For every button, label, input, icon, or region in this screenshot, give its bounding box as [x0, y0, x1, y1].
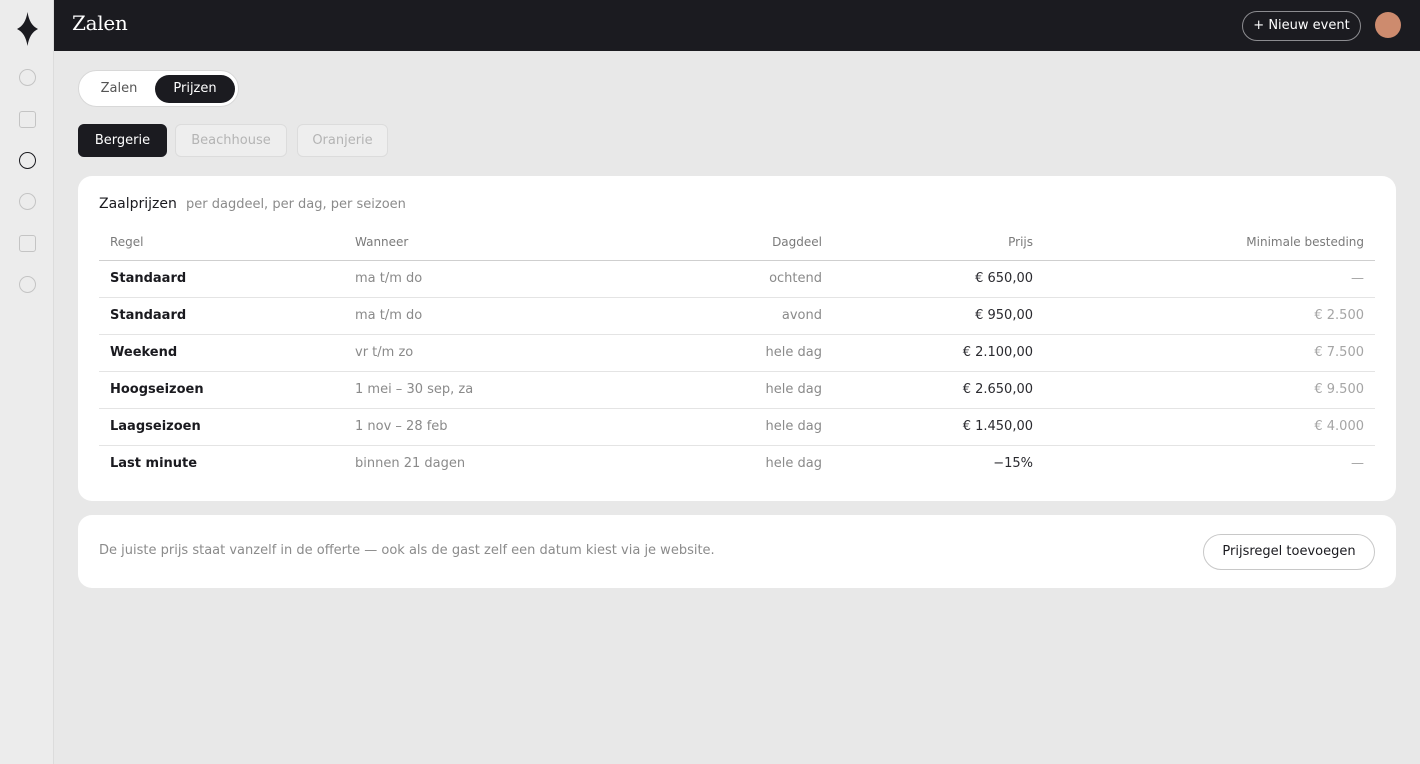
footer-card: De juiste prijs staat vanzelf in de offe…: [78, 515, 1396, 588]
table-row[interactable]: Standaard ma t/m do avond € 950,00 € 2.5…: [99, 297, 1375, 335]
cell-dagdeel: avond: [594, 297, 833, 335]
cell-prijs: € 950,00: [833, 297, 1044, 335]
card-subtitle: per dagdeel, per dag, per seizoen: [186, 197, 406, 212]
add-price-rule-button[interactable]: Prijsregel toevoegen: [1203, 534, 1375, 570]
cell-regel: Hoogseizoen: [99, 371, 344, 409]
cell-wanneer: ma t/m do: [344, 260, 594, 298]
cell-prijs: € 1.450,00: [833, 408, 1044, 446]
cell-regel: Last minute: [110, 456, 198, 472]
table-row[interactable]: Standaard ma t/m do ochtend € 650,00 —: [99, 260, 1375, 298]
cell-dagdeel: ochtend: [594, 260, 833, 298]
cell-wanneer: vr t/m zo: [344, 334, 594, 372]
nav-circle-icon[interactable]: [19, 193, 36, 210]
cell-minimale-besteding: —: [1044, 260, 1375, 298]
table-row[interactable]: Last minute binnen 21 dagen hele dag −15…: [99, 445, 1375, 482]
cell-regel: Standaard: [99, 260, 344, 298]
cell-prijs: € 2.100,00: [833, 334, 1044, 372]
cell-regel: Weekend: [99, 334, 344, 372]
cell-minimale-besteding: € 7.500: [1044, 334, 1375, 372]
cell-prijs: € 650,00: [833, 260, 1044, 298]
toggle-prijzen[interactable]: Prijzen: [155, 75, 235, 103]
cell-wanneer: 1 mei – 30 sep, za: [344, 371, 594, 409]
new-event-button[interactable]: + Nieuw event: [1242, 11, 1361, 41]
hint-text: De juiste prijs staat vanzelf in de offe…: [99, 543, 715, 558]
card-title: Zaalprijzen: [99, 196, 177, 212]
cell-minimale-besteding: € 9.500: [1044, 371, 1375, 409]
cell-wanneer: 1 nov – 28 feb: [344, 408, 594, 446]
nav-circle-icon[interactable]: [19, 276, 36, 293]
nav-circle-active-icon[interactable]: [19, 152, 36, 169]
diamond-logo-icon[interactable]: [17, 12, 38, 46]
cell-dagdeel: hele dag: [594, 371, 833, 409]
nav-circle-icon[interactable]: [19, 69, 36, 86]
cell-regel: Laagseizoen: [99, 408, 344, 446]
avatar[interactable]: [1375, 12, 1401, 38]
column-header-dagdeel[interactable]: Dagdeel: [594, 224, 833, 261]
room-tab-beachhouse[interactable]: Beachhouse: [175, 124, 287, 157]
room-tab-oranjerie[interactable]: Oranjerie: [297, 124, 388, 157]
top-bar: Zalen + Nieuw event: [54, 0, 1420, 51]
view-toggle: Zalen Prijzen: [78, 70, 239, 107]
room-tab-bergerie[interactable]: Bergerie: [78, 124, 167, 157]
column-header-minimale-besteding[interactable]: Minimale besteding: [1044, 224, 1375, 261]
table-header-row: Regel Wanneer Dagdeel Prijs Minimale bes…: [99, 224, 1375, 261]
cell-minimale-besteding: € 4.000: [1044, 408, 1375, 446]
cell-prijs: −15%: [993, 456, 1033, 472]
nav-square-icon[interactable]: [19, 111, 36, 128]
cell-dagdeel: hele dag: [594, 408, 833, 446]
cell-dagdeel: hele dag: [765, 456, 822, 472]
table-row[interactable]: Hoogseizoen 1 mei – 30 sep, za hele dag …: [99, 371, 1375, 409]
cell-wanneer: ma t/m do: [344, 297, 594, 335]
page-title: Zalen: [72, 11, 128, 35]
cell-prijs: € 2.650,00: [833, 371, 1044, 409]
column-header-regel[interactable]: Regel: [99, 224, 344, 261]
nav-square-icon[interactable]: [19, 235, 36, 252]
sidebar: [0, 0, 54, 764]
cell-regel: Standaard: [99, 297, 344, 335]
toggle-zalen[interactable]: Zalen: [83, 75, 155, 103]
cell-dagdeel: hele dag: [594, 334, 833, 372]
cell-minimale-besteding: —: [1351, 456, 1364, 472]
cell-wanneer: binnen 21 dagen: [355, 456, 466, 472]
table-row[interactable]: Weekend vr t/m zo hele dag € 2.100,00 € …: [99, 334, 1375, 372]
pricing-table: Regel Wanneer Dagdeel Prijs Minimale bes…: [99, 224, 1375, 482]
cell-minimale-besteding: € 2.500: [1044, 297, 1375, 335]
table-row[interactable]: Laagseizoen 1 nov – 28 feb hele dag € 1.…: [99, 408, 1375, 446]
pricing-card: Zaalprijzen per dagdeel, per dag, per se…: [78, 176, 1396, 501]
column-header-wanneer[interactable]: Wanneer: [344, 224, 594, 261]
column-header-prijs[interactable]: Prijs: [833, 224, 1044, 261]
